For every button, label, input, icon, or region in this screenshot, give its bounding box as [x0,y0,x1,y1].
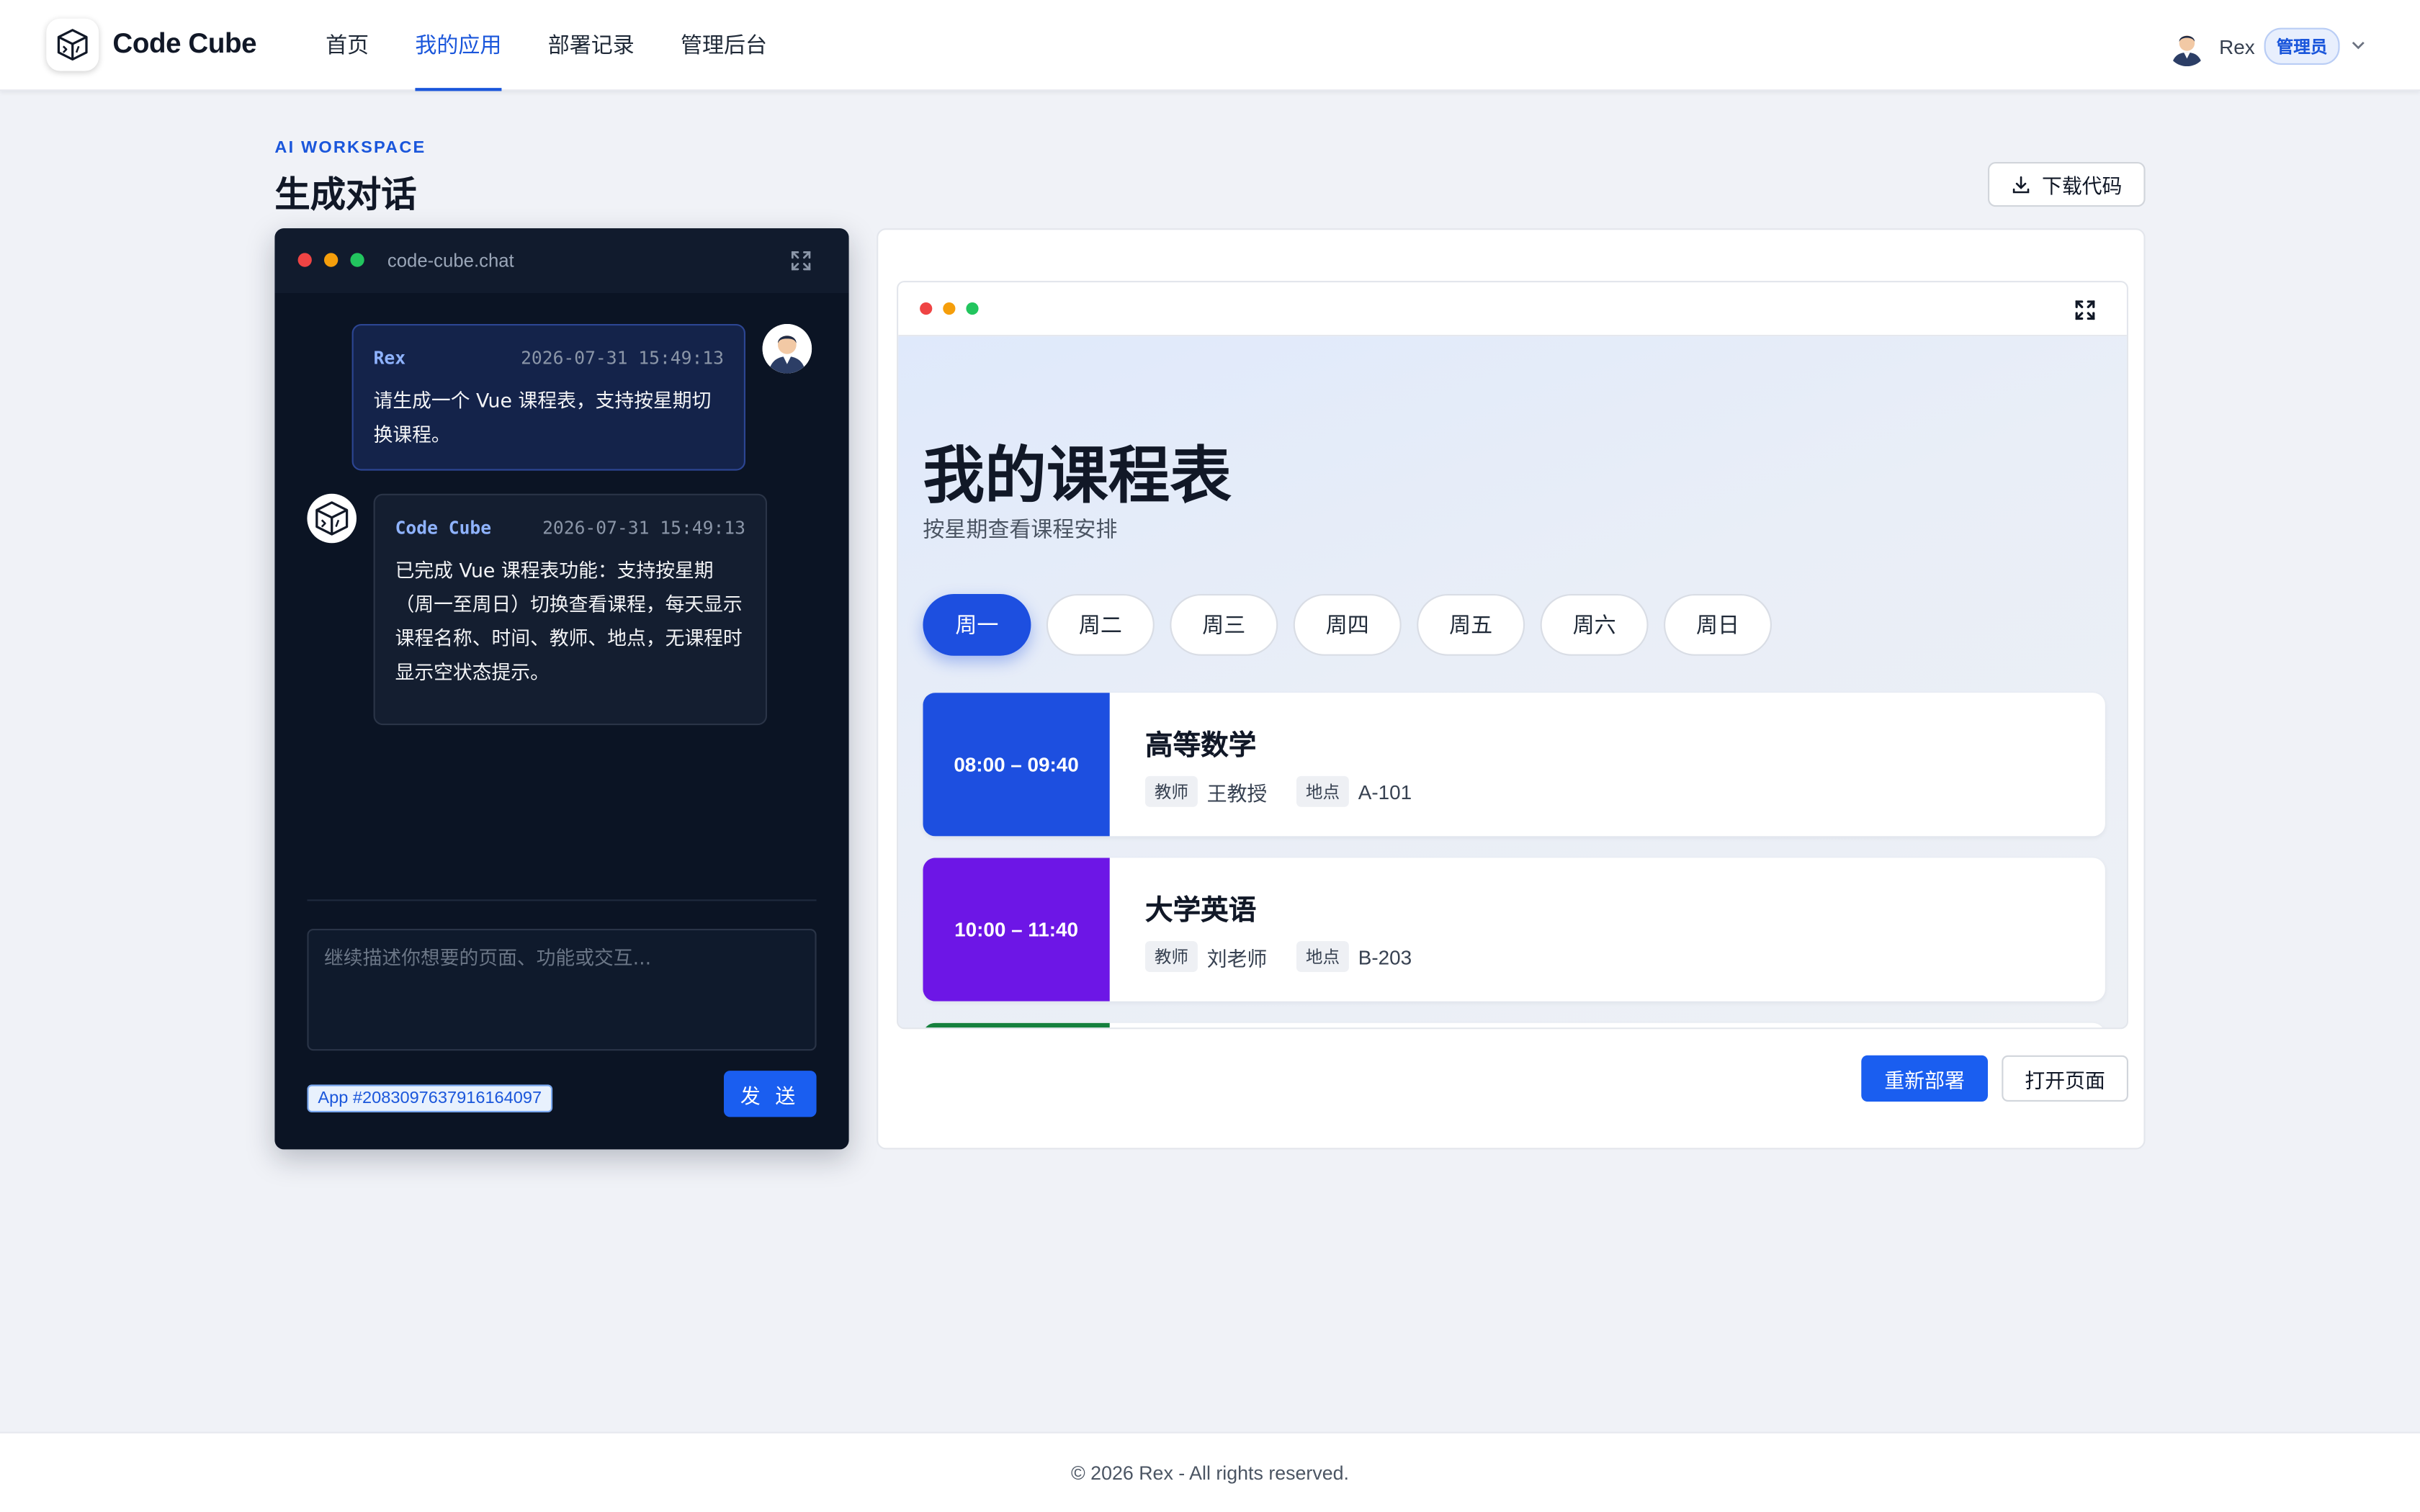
course-card[interactable] [923,1022,2105,1028]
copyright-text: © 2026 Rex - All rights reserved. [1071,1462,1349,1484]
schedule-title: 我的课程表 [923,441,1232,513]
message-text: 已完成 Vue 课程表功能：支持按星期（周一至周日）切换查看课程，每天显示课程名… [395,558,743,684]
course-time [923,1022,1110,1028]
fullscreen-icon[interactable] [2074,300,2096,329]
role-badge: 管理员 [2264,27,2340,65]
nav-item-my-apps[interactable]: 我的应用 [415,0,502,91]
course-card[interactable]: 08:00 – 09:40 高等数学 教师 王教授 地点 A-101 [923,693,2105,837]
chat-message-user: Rex 2026-07-31 15:49:13 请生成一个 Vue 课程表，支持… [351,324,745,471]
course-name: 高等数学 [1145,729,1257,762]
top-navbar: Code Cube 首页 我的应用 部署记录 管理后台 Rex 管理员 [0,0,2420,91]
user-name: Rex [2219,35,2255,58]
message-timestamp: 2026-07-31 15:49:13 [521,347,724,369]
location-value: A-101 [1358,780,1412,804]
tab-monday[interactable]: 周一 [923,594,1031,656]
user-avatar [762,324,812,374]
tab-friday[interactable]: 周五 [1417,594,1525,656]
chat-titlebar: code-cube.chat [274,228,849,294]
app-id-badge: App #2083097637916164097 [307,1084,553,1112]
send-button[interactable]: 发 送 [723,1071,817,1117]
divider [307,899,817,901]
main-nav: 首页 我的应用 部署记录 管理后台 [326,0,813,91]
teacher-tag: 教师 [1145,941,1198,972]
bot-avatar [307,493,357,544]
location-tag: 地点 [1296,775,1349,807]
window-close-dot [920,302,933,315]
weekday-tabs: 周一 周二 周三 周四 周五 周六 周日 [923,594,1787,656]
course-card[interactable]: 10:00 – 11:40 大学英语 教师 刘老师 地点 B-203 [923,858,2105,1002]
course-name: 大学英语 [1145,894,1257,927]
course-time: 08:00 – 09:40 [923,693,1110,837]
window-minimize-dot [324,253,339,267]
tab-saturday[interactable]: 周六 [1540,594,1649,656]
teacher-tag: 教师 [1145,775,1198,807]
preview-content: 我的课程表 按星期查看课程安排 周一 周二 周三 周四 周五 周六 周日 08:… [898,336,2127,1028]
download-code-label: 下载代码 [2041,174,2123,198]
tab-thursday[interactable]: 周四 [1293,594,1402,656]
chat-host-label: code-cube.chat [387,250,514,272]
chat-message-assistant: Code Cube 2026-07-31 15:49:13 已完成 Vue 课程… [373,493,767,726]
chevron-down-icon[interactable] [2349,35,2367,58]
location-value: B-203 [1358,945,1412,968]
tab-sunday[interactable]: 周日 [1664,594,1772,656]
brand-name[interactable]: Code Cube [112,28,256,60]
nav-item-deploy-records[interactable]: 部署记录 [548,0,635,91]
schedule-subtitle: 按星期查看课程安排 [923,516,1118,542]
preview-frame: 我的课程表 按星期查看课程安排 周一 周二 周三 周四 周五 周六 周日 08:… [897,281,2128,1030]
preview-titlebar [898,282,2127,337]
footer: © 2026 Rex - All rights reserved. [0,1431,2420,1512]
page-title: 生成对话 [274,174,417,215]
window-maximize-dot [350,253,364,267]
tab-wednesday[interactable]: 周三 [1170,594,1278,656]
message-timestamp: 2026-07-31 15:49:13 [542,516,745,539]
redeploy-button[interactable]: 重新部署 [1861,1055,1988,1102]
download-icon [2011,174,2031,194]
section-eyebrow: AI WORKSPACE [274,138,426,158]
chat-panel: code-cube.chat Rex 2026-07-31 15:49:13 请… [274,228,849,1150]
nav-item-admin[interactable]: 管理后台 [681,0,767,91]
message-text: 请生成一个 Vue 课程表，支持按星期切换课程。 [373,389,712,446]
cube-logo-icon[interactable] [46,18,99,71]
window-maximize-dot [966,302,979,315]
avatar[interactable] [2166,26,2208,67]
download-code-button[interactable]: 下载代码 [1988,162,2146,207]
course-time: 10:00 – 11:40 [923,858,1110,1002]
course-meta: 教师 王教授 地点 A-101 [1145,775,1441,807]
tab-tuesday[interactable]: 周二 [1046,594,1155,656]
user-menu[interactable]: Rex 管理员 [2166,24,2367,68]
message-sender: Code Cube [395,516,492,539]
expand-icon[interactable] [790,250,812,279]
course-meta: 教师 刘老师 地点 B-203 [1145,941,1441,972]
window-minimize-dot [943,302,956,315]
teacher-name: 王教授 [1206,781,1268,805]
window-close-dot [297,253,312,267]
chat-input[interactable] [307,929,817,1051]
preview-panel: 我的课程表 按星期查看课程安排 周一 周二 周三 周四 周五 周六 周日 08:… [877,228,2146,1150]
teacher-name: 刘老师 [1206,946,1268,970]
message-sender: Rex [373,347,406,369]
location-tag: 地点 [1296,941,1349,972]
app-root: Code Cube 首页 我的应用 部署记录 管理后台 Rex 管理员 AI W… [0,0,2420,1512]
open-page-button[interactable]: 打开页面 [2002,1055,2128,1102]
nav-item-home[interactable]: 首页 [326,0,369,91]
